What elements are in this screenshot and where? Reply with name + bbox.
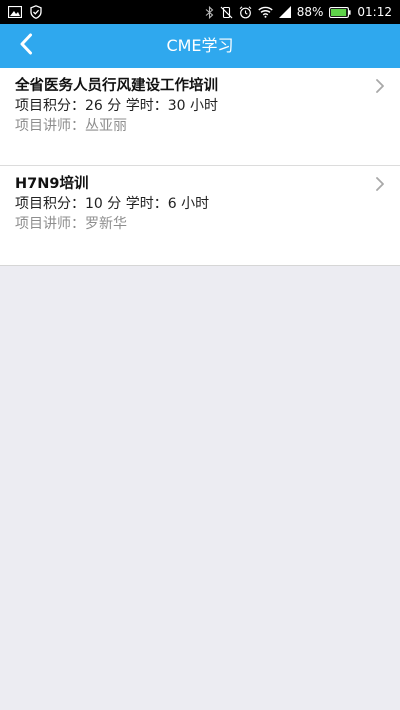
wifi-icon [258,6,273,18]
back-button[interactable] [10,30,42,62]
chevron-right-icon [372,176,388,192]
bluetooth-icon [205,5,214,19]
course-item[interactable]: H7N9培训 项目积分：10 分 学时：6 小时 项目讲师：罗新华 [0,166,400,266]
alarm-icon [239,5,252,19]
page-title: CME学习 [166,36,234,55]
image-notification-icon [8,6,22,18]
shield-notification-icon [30,5,42,19]
status-bar: 88% 01:12 [0,0,400,24]
course-credits-hours: 项目积分：10 分 学时：6 小时 [15,196,210,212]
chevron-right-icon [372,78,388,94]
course-credits-hours: 项目积分：26 分 学时：30 小时 [15,98,218,114]
battery-percent: 88% [296,5,324,19]
chevron-left-icon [19,33,33,59]
course-title: H7N9培训 [15,176,89,192]
app-bar: CME学习 [0,24,400,68]
course-title: 全省医务人员行风建设工作培训 [15,78,218,94]
course-item[interactable]: 全省医务人员行风建设工作培训 项目积分：26 分 学时：30 小时 项目讲师：丛… [0,68,400,166]
course-teacher: 项目讲师：罗新华 [15,216,127,232]
status-left-icons [8,5,42,19]
vibrate-off-icon [220,6,233,19]
signal-icon [278,6,291,18]
course-list: 全省医务人员行风建设工作培训 项目积分：26 分 学时：30 小时 项目讲师：丛… [0,68,400,266]
battery-icon [329,6,352,18]
course-teacher: 项目讲师：丛亚丽 [15,118,127,134]
status-right-icons: 88% 01:12 [205,0,392,24]
clock: 01:12 [357,5,392,19]
